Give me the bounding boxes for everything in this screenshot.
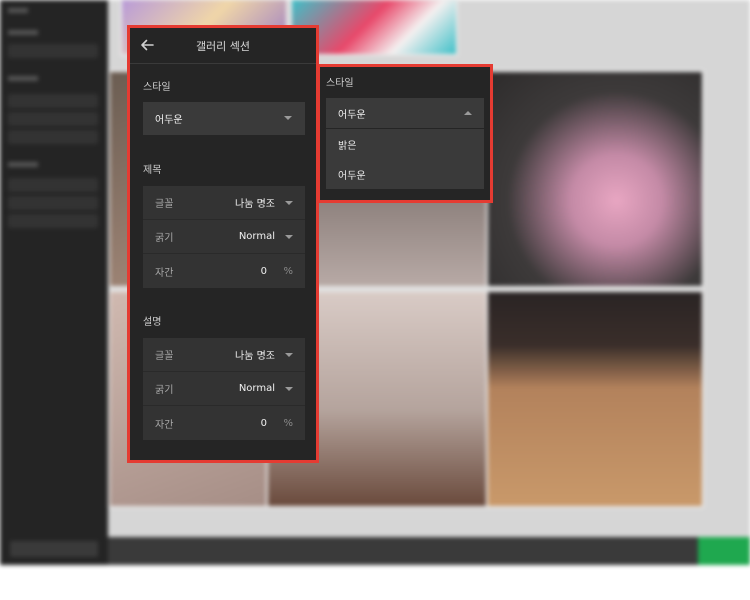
title-weight-row[interactable]: 굵기 Normal	[143, 220, 305, 254]
chevron-down-icon	[285, 201, 293, 205]
chevron-down-icon	[285, 235, 293, 239]
desc-settings-group: 글꼴 나눔 명조 굵기 Normal 자간 0 %	[143, 338, 305, 440]
desc-weight-label: 굵기	[155, 385, 174, 396]
title-weight-label: 굵기	[155, 233, 174, 244]
desc-font-row[interactable]: 글꼴 나눔 명조	[143, 338, 305, 372]
panel-header: 갤러리 섹션	[130, 28, 316, 64]
style-option-dark[interactable]: 어두운	[326, 159, 484, 189]
gallery-section-panel: 갤러리 섹션 스타일 어두운 제목 글꼴 나눔 명조 굵기 Normal 자간 …	[127, 25, 319, 463]
panel-title: 갤러리 섹션	[195, 39, 251, 53]
title-font-row[interactable]: 글꼴 나눔 명조	[143, 186, 305, 220]
background-footer	[108, 537, 750, 565]
title-settings-group: 글꼴 나눔 명조 굵기 Normal 자간 0 %	[143, 186, 305, 288]
desc-spacing-unit: %	[283, 417, 293, 429]
title-spacing-unit: %	[283, 265, 293, 277]
style-option-light[interactable]: 밝은	[326, 129, 484, 159]
style-select-value: 어두운	[155, 115, 183, 126]
desc-weight-value[interactable]: Normal	[239, 383, 275, 394]
desc-section-label: 설명	[143, 317, 162, 328]
desc-font-value[interactable]: 나눔 명조	[235, 347, 275, 362]
title-spacing-label: 자간	[155, 267, 174, 279]
style-select[interactable]: 어두운	[143, 102, 305, 135]
chevron-up-icon	[464, 111, 472, 115]
desc-font-label: 글꼴	[155, 351, 174, 362]
desc-spacing-input[interactable]: 0	[261, 418, 267, 429]
title-font-value[interactable]: 나눔 명조	[235, 195, 275, 210]
style-dropdown-options: 밝은 어두운	[326, 129, 484, 189]
title-font-label: 글꼴	[155, 199, 174, 210]
title-spacing-row: 자간 0 %	[143, 254, 305, 288]
title-section-label: 제목	[143, 165, 162, 176]
title-spacing-input[interactable]: 0	[261, 266, 267, 277]
style-dropdown-select[interactable]: 어두운	[326, 98, 484, 128]
chevron-down-icon	[284, 116, 292, 120]
style-dropdown-selected-value: 어두운	[338, 109, 366, 121]
title-weight-value[interactable]: Normal	[239, 231, 275, 242]
chevron-down-icon	[285, 353, 293, 357]
desc-spacing-row: 자간 0 %	[143, 406, 305, 440]
background-sidebar	[0, 0, 108, 565]
desc-spacing-label: 자간	[155, 419, 174, 431]
desc-weight-row[interactable]: 굵기 Normal	[143, 372, 305, 406]
back-arrow-icon[interactable]	[139, 37, 155, 53]
style-section-label: 스타일	[143, 82, 171, 93]
style-dropdown-panel: 스타일 어두운 밝은 어두운	[317, 64, 493, 203]
chevron-down-icon	[285, 387, 293, 391]
style-dropdown-label: 스타일	[326, 78, 354, 89]
